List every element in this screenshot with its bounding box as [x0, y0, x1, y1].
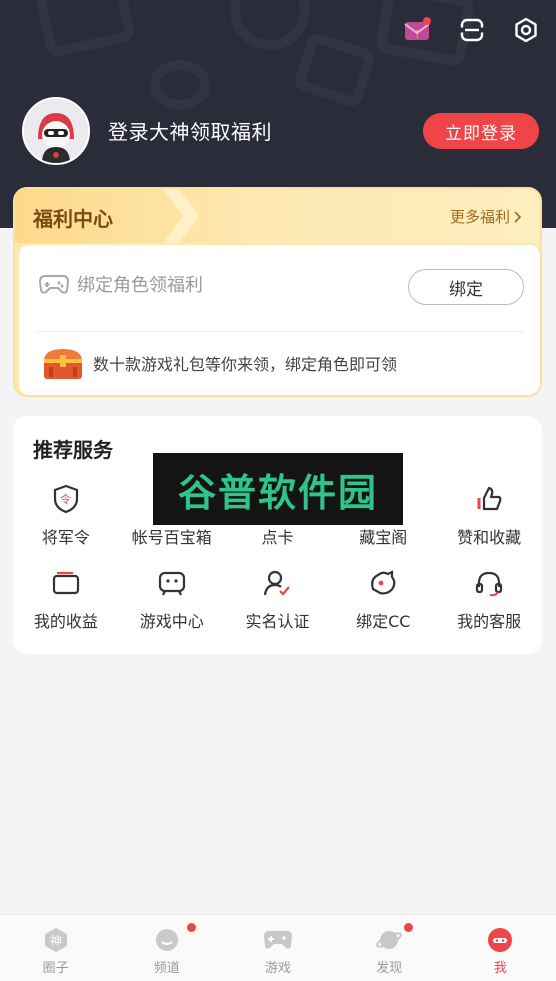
gift-promo-text: 数十款游戏礼包等你来领，绑定角色即可领 — [93, 355, 398, 374]
header-decoration — [292, 30, 378, 110]
scan-icon[interactable] — [456, 14, 488, 46]
headset-icon — [471, 566, 507, 600]
welfare-body: 绑定角色领福利 绑定 数十款游戏礼包等你来领，绑定角色即可领 — [19, 245, 540, 395]
token-shield-icon: 令 — [48, 482, 84, 516]
service-label: 点卡 — [261, 528, 294, 547]
service-item[interactable]: 我的客服 — [436, 566, 542, 632]
recommended-services-card: 推荐服务 令 将军令 帐号百宝箱 点卡 藏宝阁 赞和收藏 我的收益 游戏中心 实… — [13, 416, 542, 654]
more-welfare-link[interactable]: 更多福利 — [450, 206, 522, 227]
tab-channel[interactable]: 频道 — [111, 915, 222, 981]
tab-games[interactable]: 游戏 — [222, 915, 333, 981]
welfare-center-card: 福利中心 更多福利 绑定角色领福利 绑定 数十款游戏礼包等你来领，绑定角色即可领 — [13, 187, 542, 397]
service-item[interactable]: 绑定CC — [330, 566, 436, 632]
tab-circle[interactable]: 神 圈子 — [0, 915, 111, 981]
me-icon — [485, 927, 515, 953]
notification-dot — [187, 923, 197, 932]
planet-icon — [374, 927, 404, 953]
service-label: 赞和收藏 — [457, 528, 522, 547]
gamepad-icon — [39, 275, 69, 294]
user-verify-icon — [259, 566, 295, 600]
header-toolbar: ! — [402, 14, 542, 46]
notification-dot — [403, 923, 413, 932]
bind-role-text: 绑定角色领福利 — [77, 275, 203, 296]
bind-role-row: 绑定角色领福利 — [39, 271, 203, 297]
tab-me[interactable]: 我 — [445, 915, 556, 981]
chevron-decoration-icon — [135, 189, 199, 243]
settings-icon[interactable] — [510, 14, 542, 46]
gamepad-icon — [263, 927, 293, 953]
gift-promo-row[interactable]: 数十款游戏礼包等你来领，绑定角色即可领 — [41, 345, 397, 381]
service-item[interactable]: 我的收益 — [13, 566, 119, 632]
header-decoration — [230, 0, 310, 50]
tab-discover[interactable]: 发现 — [334, 915, 445, 981]
treasure-chest-icon — [44, 349, 82, 379]
watermark-text: 谷普软件园 — [177, 470, 378, 515]
avatar[interactable] — [22, 97, 90, 165]
channel-icon — [152, 927, 182, 953]
login-prompt[interactable]: 登录大神领取福利 — [108, 116, 272, 145]
message-icon[interactable]: ! — [402, 14, 434, 46]
circle-shen-icon: 神 — [41, 927, 71, 953]
chevron-right-icon — [514, 210, 522, 223]
welfare-header: 福利中心 更多福利 — [15, 189, 540, 243]
service-label: 实名认证 — [245, 612, 310, 631]
service-item[interactable]: 令 将军令 — [13, 482, 119, 548]
header-decoration — [33, 0, 137, 59]
welfare-title: 福利中心 — [33, 207, 113, 231]
tab-label: 圈子 — [42, 961, 69, 976]
login-button[interactable]: 立即登录 — [423, 113, 539, 149]
bind-button[interactable]: 绑定 — [408, 269, 524, 305]
service-label: 藏宝阁 — [359, 528, 408, 547]
service-label: 将军令 — [41, 528, 90, 547]
tab-label: 频道 — [153, 961, 180, 976]
tab-label: 游戏 — [265, 961, 292, 976]
svg-text:令: 令 — [60, 492, 71, 506]
wallet-icon — [48, 566, 84, 600]
service-label: 我的收益 — [33, 612, 98, 631]
svg-text:神: 神 — [50, 934, 62, 948]
services-title: 推荐服务 — [33, 438, 113, 462]
gamepad-face-icon — [154, 566, 190, 600]
svg-text:!: ! — [415, 28, 419, 41]
watermark-overlay: 谷普软件园 — [153, 453, 403, 525]
service-label: 我的客服 — [457, 612, 522, 631]
tab-label: 我 — [493, 961, 507, 976]
more-welfare-label: 更多福利 — [449, 208, 510, 226]
service-label: 帐号百宝箱 — [131, 528, 212, 547]
cc-icon — [365, 566, 401, 600]
service-item[interactable]: 实名认证 — [225, 566, 331, 632]
thumbs-up-icon — [471, 482, 507, 516]
service-item[interactable]: 游戏中心 — [119, 566, 225, 632]
tab-label: 发现 — [376, 961, 403, 976]
divider — [35, 331, 524, 332]
bottom-tab-bar: 神 圈子 频道 游戏 发现 我 — [0, 914, 556, 981]
service-label: 绑定CC — [356, 612, 411, 631]
header-decoration — [150, 60, 210, 110]
service-item[interactable]: 赞和收藏 — [436, 482, 542, 548]
service-label: 游戏中心 — [139, 612, 204, 631]
